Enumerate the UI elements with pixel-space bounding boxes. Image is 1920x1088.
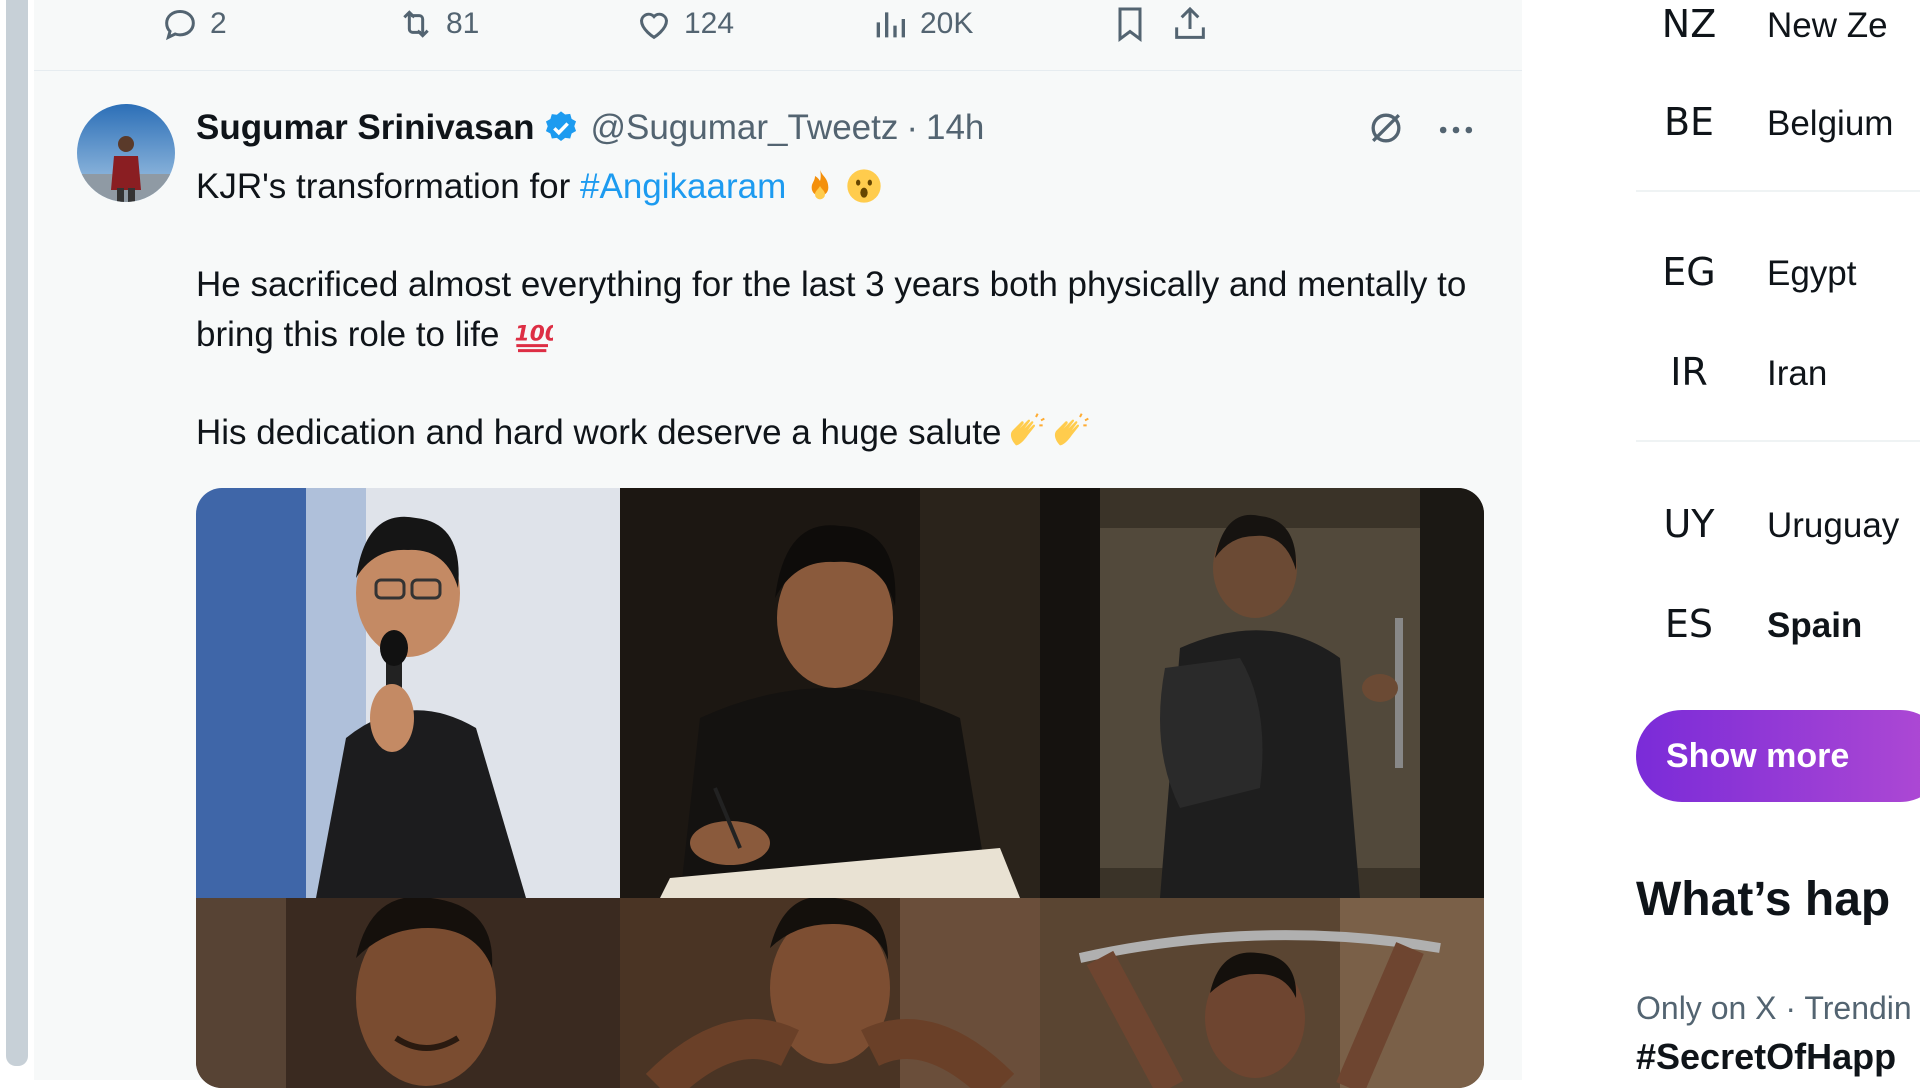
separator-dot: · bbox=[906, 108, 918, 147]
hundred-points-emoji-icon: 100 bbox=[515, 322, 553, 353]
photo-man-training bbox=[196, 898, 620, 1088]
country-row[interactable]: EG Egypt bbox=[1647, 250, 1857, 294]
country-name: New Ze bbox=[1767, 6, 1888, 45]
tweet-line-1: KJR's transformation for #Angikaaram bbox=[196, 162, 1496, 212]
astonished-emoji-icon bbox=[847, 169, 881, 203]
views-chart-icon bbox=[876, 12, 905, 38]
tweet-media-grid[interactable] bbox=[196, 488, 1484, 1088]
tweet-header: Sugumar Srinivasan @Sugumar_Tweetz · 14h bbox=[196, 108, 984, 148]
photo-man-with-microphone bbox=[196, 488, 620, 898]
share-button[interactable] bbox=[1170, 4, 1210, 44]
repost-button[interactable]: 81 bbox=[396, 4, 479, 44]
whats-happening-heading: What’s hap bbox=[1636, 873, 1891, 926]
heart-icon bbox=[639, 12, 669, 40]
previous-tweet-actions: 2 81 124 20K bbox=[34, 0, 1522, 71]
repost-icon bbox=[403, 10, 429, 38]
photo-man-pushup bbox=[620, 898, 1040, 1088]
country-code: ES bbox=[1664, 602, 1714, 646]
media-photo-gym-entry[interactable] bbox=[1040, 488, 1484, 898]
photo-man-at-gym-door bbox=[1040, 488, 1484, 898]
section-divider bbox=[1636, 190, 1920, 192]
section-divider bbox=[1636, 440, 1920, 442]
country-name: Belgium bbox=[1767, 104, 1894, 143]
media-photo-training-2[interactable] bbox=[620, 898, 1040, 1088]
trend-hashtag[interactable]: #SecretOfHapp bbox=[1636, 1036, 1896, 1078]
show-more-button[interactable]: Show more bbox=[1636, 710, 1920, 802]
tweet-paragraph-3: His dedication and hard work deserve a h… bbox=[196, 408, 1496, 458]
author-handle[interactable]: @Sugumar_Tweetz bbox=[590, 108, 898, 148]
country-row[interactable]: ES Spain bbox=[1647, 602, 1862, 646]
tweet-text: KJR's transformation for #Angikaaram He … bbox=[196, 162, 1496, 458]
media-photo-training-1[interactable] bbox=[196, 898, 620, 1088]
like-button[interactable]: 124 bbox=[634, 4, 734, 44]
right-sidebar: NZ New Ze BE Belgium EG Egypt IR Iran UY… bbox=[1600, 0, 1920, 1080]
avatar-image bbox=[77, 104, 175, 202]
country-code: BE bbox=[1663, 100, 1715, 144]
more-options-icon[interactable] bbox=[1434, 108, 1478, 152]
like-count: 124 bbox=[684, 7, 735, 40]
verified-badge-icon bbox=[546, 111, 577, 141]
tweet-timestamp[interactable]: 14h bbox=[926, 108, 984, 148]
paragraph-3-text: His dedication and hard work deserve a h… bbox=[196, 413, 1002, 452]
country-name: Spain bbox=[1767, 606, 1863, 645]
tweet-paragraph-2: He sacrificed almost everything for the … bbox=[196, 260, 1496, 360]
hashtag-link[interactable]: #Angikaaram bbox=[580, 167, 786, 206]
reply-icon bbox=[165, 9, 195, 41]
author-name[interactable]: Sugumar Srinivasan bbox=[196, 108, 534, 148]
media-photo-training-3[interactable] bbox=[1040, 898, 1484, 1088]
country-name: Iran bbox=[1767, 354, 1828, 393]
media-photo-writing[interactable] bbox=[620, 488, 1040, 898]
country-code: UY bbox=[1663, 502, 1715, 546]
tweet-text-prefix: KJR's transformation for bbox=[196, 167, 581, 206]
tweet[interactable]: Sugumar Srinivasan @Sugumar_Tweetz · 14h… bbox=[34, 74, 1522, 1088]
country-row[interactable]: BE Belgium bbox=[1647, 100, 1894, 144]
bookmark-button[interactable] bbox=[1110, 4, 1150, 44]
photo-man-writing bbox=[620, 488, 1040, 898]
share-icon bbox=[1175, 6, 1205, 39]
trend-meta: Only on X · Trendin bbox=[1636, 990, 1912, 1026]
country-code: IR bbox=[1670, 350, 1708, 394]
timeline-feed[interactable]: 2 81 124 20K Sugumar Srinivasan @Sugumar… bbox=[34, 0, 1522, 1088]
clapping-hands-emoji-icon bbox=[1054, 413, 1089, 446]
country-code: NZ bbox=[1661, 2, 1717, 46]
fire-emoji-icon bbox=[811, 169, 829, 200]
country-row[interactable]: UY Uruguay bbox=[1647, 502, 1899, 546]
country-code: EG bbox=[1662, 250, 1716, 294]
repost-count: 81 bbox=[446, 7, 480, 40]
country-name: Uruguay bbox=[1767, 506, 1900, 545]
avatar[interactable] bbox=[77, 104, 175, 202]
svg-text:100: 100 bbox=[515, 322, 553, 347]
timeline-scroll-edge bbox=[6, 0, 28, 1066]
country-row[interactable]: NZ New Ze bbox=[1647, 2, 1888, 46]
views-button[interactable]: 20K bbox=[870, 4, 973, 44]
clapping-hands-emoji-icon bbox=[1010, 413, 1045, 446]
country-row[interactable]: IR Iran bbox=[1647, 350, 1827, 394]
paragraph-2-text: He sacrificed almost everything for the … bbox=[196, 265, 1467, 354]
reply-count: 2 bbox=[210, 7, 227, 40]
view-count: 20K bbox=[920, 7, 974, 40]
country-name: Egypt bbox=[1767, 254, 1857, 293]
media-photo-speaking[interactable] bbox=[196, 488, 620, 898]
photo-man-pullup bbox=[1040, 898, 1484, 1088]
grok-icon[interactable] bbox=[1364, 106, 1408, 150]
bookmark-icon bbox=[1118, 7, 1142, 42]
reply-button[interactable]: 2 bbox=[160, 4, 227, 44]
